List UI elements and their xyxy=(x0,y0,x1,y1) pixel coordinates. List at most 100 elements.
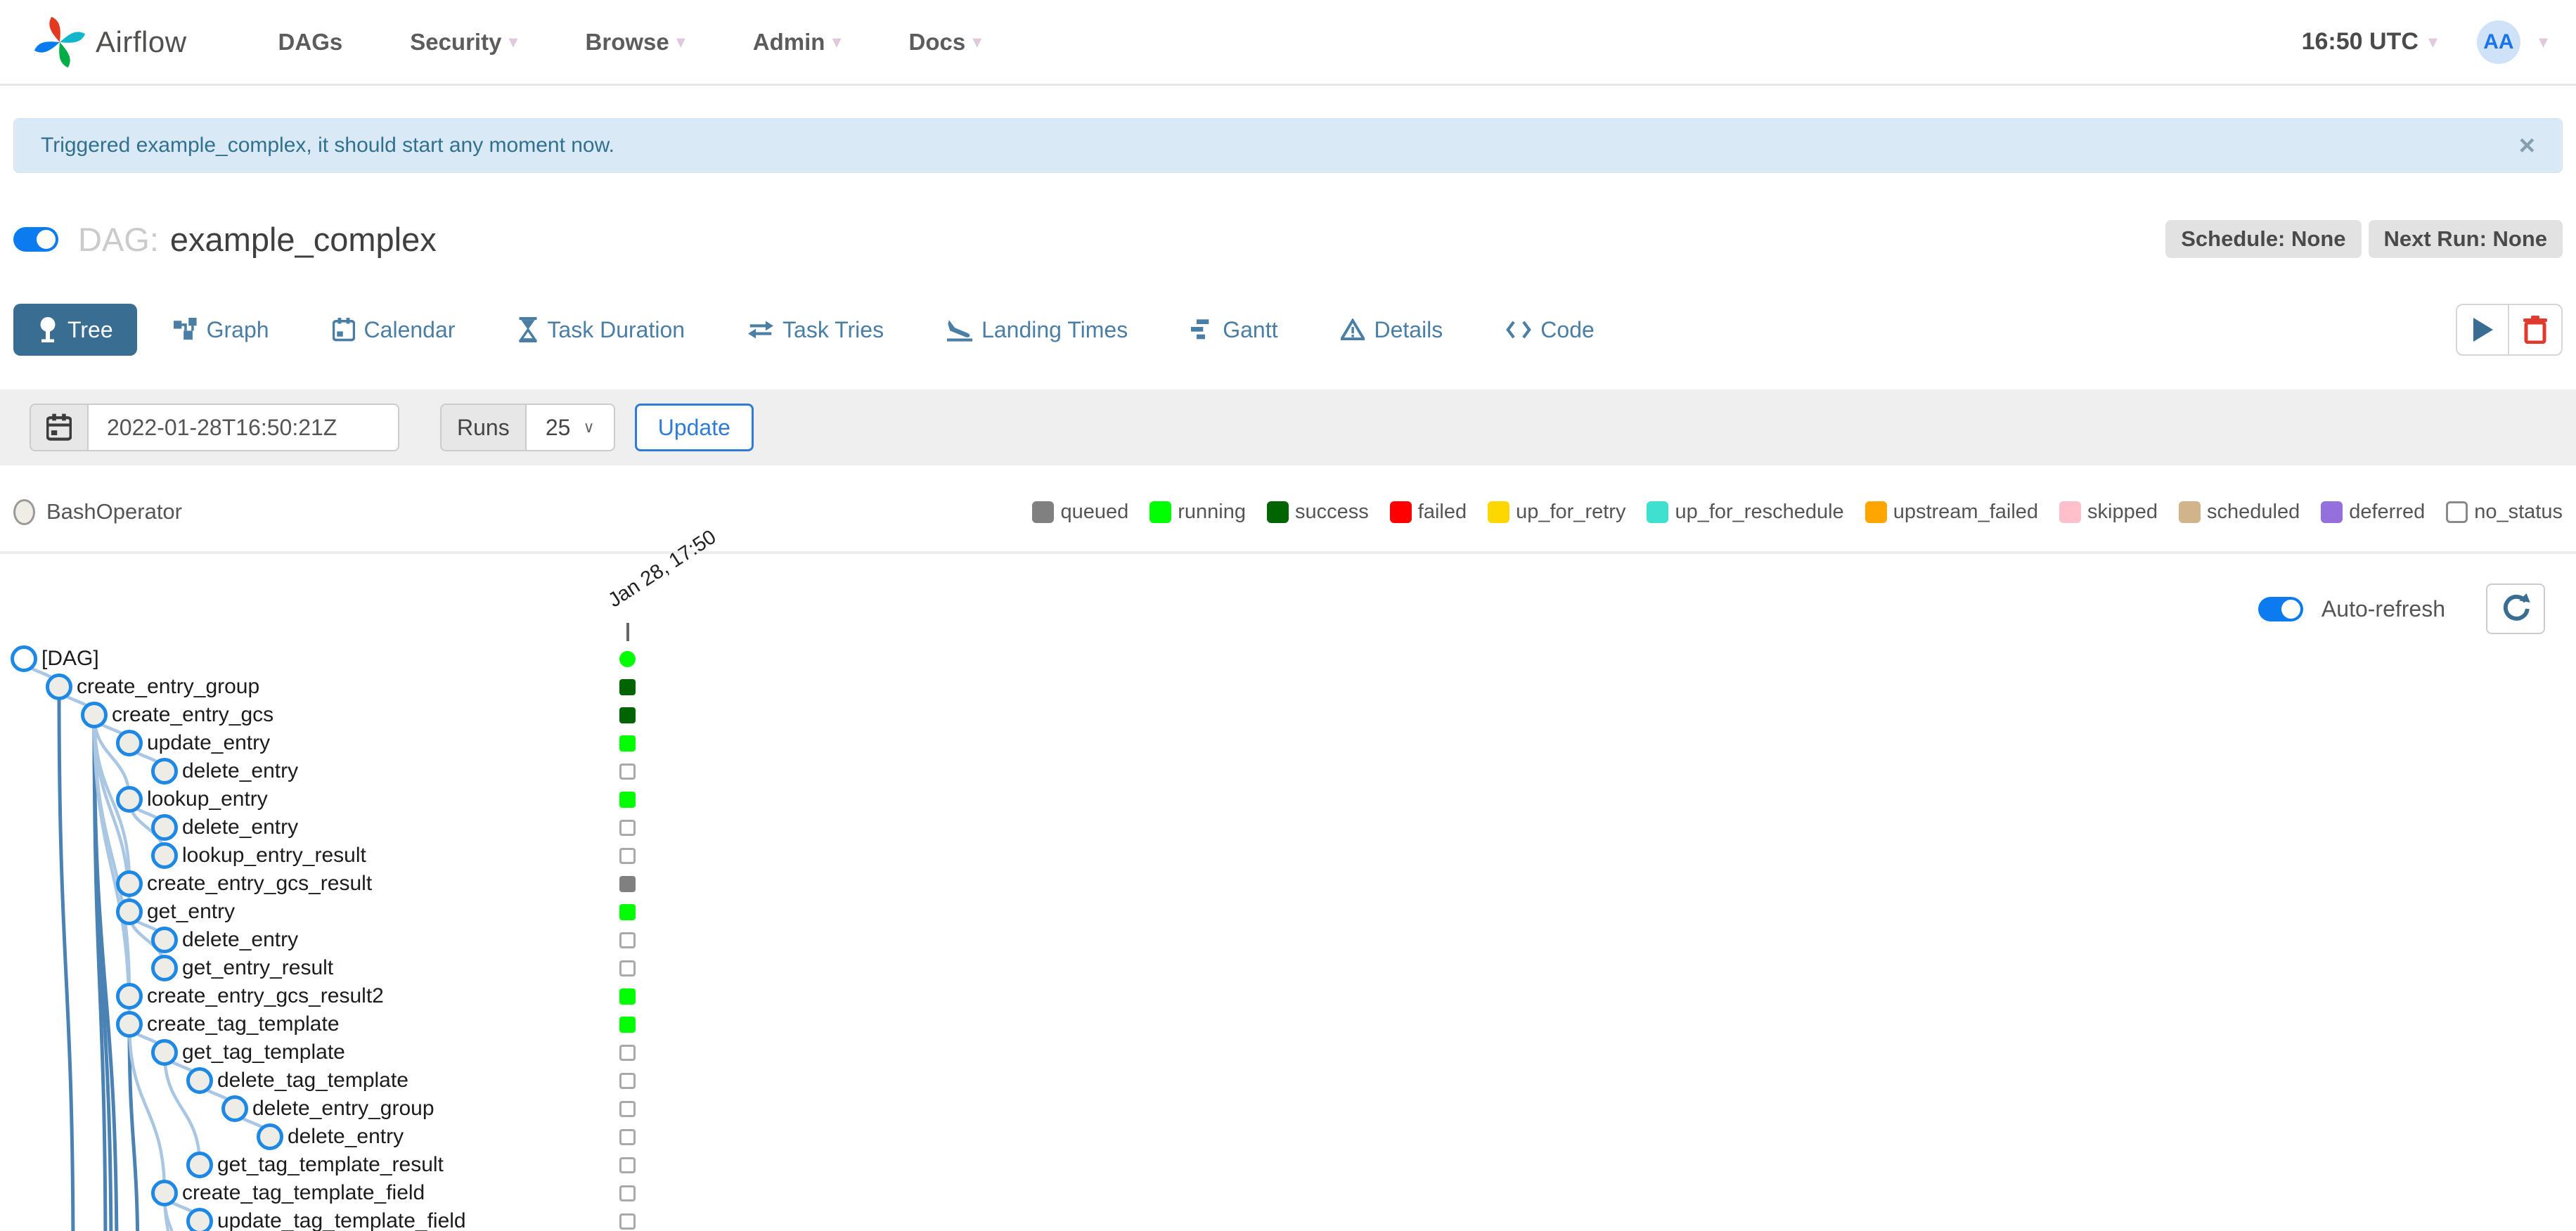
task-status-square-no_status[interactable] xyxy=(619,820,636,836)
task-status-square-running[interactable] xyxy=(619,988,636,1005)
nav-item-admin[interactable]: Admin ▾ xyxy=(753,29,842,56)
calendar-icon xyxy=(332,318,355,342)
tab-calendar[interactable]: Calendar xyxy=(332,317,455,343)
task-node-get_entry[interactable] xyxy=(116,898,143,925)
task-status-square-success[interactable] xyxy=(619,707,636,723)
repeat-icon xyxy=(748,318,774,341)
tab-code[interactable]: Code xyxy=(1506,317,1595,343)
tab-label: Details xyxy=(1374,316,1443,342)
caret-down-icon[interactable]: ▾ xyxy=(2539,31,2548,53)
task-status-square-no_status[interactable] xyxy=(619,1129,636,1145)
task-status-square-no_status[interactable] xyxy=(619,1185,636,1201)
tabs-list: Graph Calendar Task Duration Task Tries Land… xyxy=(173,316,1595,343)
auto-refresh-label: Auto-refresh xyxy=(2321,595,2445,621)
num-runs-select[interactable]: 25 ∨ xyxy=(526,404,615,451)
update-button[interactable]: Update xyxy=(634,404,754,451)
refresh-button[interactable] xyxy=(2486,584,2545,634)
task-node-update_tag_template_field[interactable] xyxy=(186,1208,213,1231)
task-status-square-no_status[interactable] xyxy=(619,1101,636,1117)
nav-item-docs[interactable]: Docs ▾ xyxy=(909,29,982,56)
airflow-brand[interactable]: Airflow xyxy=(34,14,187,70)
tab-label: Graph xyxy=(206,316,269,342)
task-label: create_entry_gcs_result2 xyxy=(147,984,384,1007)
trigger-dag-button[interactable] xyxy=(2456,304,2509,356)
task-label: delete_entry xyxy=(288,1125,404,1148)
task-label: get_entry xyxy=(147,900,236,923)
dag-run-status-circle[interactable] xyxy=(619,651,636,667)
task-node-DAG[interactable] xyxy=(11,645,37,672)
tab-gantt[interactable]: Gantt xyxy=(1191,317,1277,343)
tab-landing-times[interactable]: Landing Times xyxy=(947,317,1128,343)
nav-item-browse[interactable]: Browse ▾ xyxy=(586,29,685,56)
task-node-delete_entry[interactable] xyxy=(151,814,178,841)
tab-task-tries[interactable]: Task Tries xyxy=(748,317,884,343)
tab-label: Gantt xyxy=(1223,316,1278,342)
task-node-delete_entry[interactable] xyxy=(151,927,178,953)
task-node-create_tag_template[interactable] xyxy=(116,1011,143,1038)
tab-graph[interactable]: Graph xyxy=(173,316,269,343)
task-label: delete_entry xyxy=(182,928,299,951)
task-node-delete_entry_group[interactable] xyxy=(221,1095,248,1122)
runs-label: Runs xyxy=(440,404,527,451)
nav-item-label: Security xyxy=(410,28,502,55)
task-status-square-no_status[interactable] xyxy=(619,960,636,977)
task-node-create_entry_gcs[interactable] xyxy=(81,702,108,728)
nav-menu: DAGs Security ▾ Browse ▾ Admin ▾ Docs ▾ xyxy=(278,29,982,56)
nav-item-dags[interactable]: DAGs xyxy=(278,29,343,56)
delete-dag-button[interactable] xyxy=(2509,304,2563,356)
tab-task-duration[interactable]: Task Duration xyxy=(518,317,685,343)
state-swatch xyxy=(1149,501,1172,523)
task-label: create_tag_template xyxy=(147,1012,340,1036)
task-status-square-no_status[interactable] xyxy=(619,848,636,864)
toggle-knob xyxy=(37,229,56,249)
task-node-create_tag_template_field[interactable] xyxy=(151,1180,178,1206)
base-date-input[interactable] xyxy=(89,404,399,451)
task-node-update_entry[interactable] xyxy=(116,730,143,756)
task-status-square-no_status[interactable] xyxy=(619,1157,636,1173)
task-status-square-no_status[interactable] xyxy=(619,1073,636,1089)
runs-value: 25 xyxy=(545,414,571,440)
dag-pause-toggle[interactable] xyxy=(13,226,58,252)
tab-label: Task Tries xyxy=(783,316,884,342)
task-status-square-running[interactable] xyxy=(619,792,636,808)
task-label: create_tag_template_field xyxy=(182,1181,425,1204)
nav-item-security[interactable]: Security ▾ xyxy=(410,29,517,56)
state-label: scheduled xyxy=(2207,500,2300,523)
task-node-create_entry_group[interactable] xyxy=(46,673,72,700)
task-node-create_entry_gcs_result2[interactable] xyxy=(116,983,143,1010)
tab-details[interactable]: Details xyxy=(1341,317,1443,343)
task-status-square-no_status[interactable] xyxy=(619,1213,636,1230)
close-icon[interactable]: × xyxy=(2519,131,2535,160)
task-node-get_entry_result[interactable] xyxy=(151,955,178,981)
state-swatch xyxy=(1389,501,1412,523)
task-node-delete_entry[interactable] xyxy=(257,1123,283,1150)
calendar-addon xyxy=(30,404,89,451)
task-status-square-running[interactable] xyxy=(619,735,636,752)
avatar[interactable]: AA xyxy=(2476,20,2520,64)
task-status-square-no_status[interactable] xyxy=(619,763,636,780)
auto-refresh-toggle[interactable] xyxy=(2258,596,2303,621)
task-node-lookup_entry_result[interactable] xyxy=(151,842,178,869)
caret-down-icon: ▾ xyxy=(832,31,842,52)
task-status-square-running[interactable] xyxy=(619,1017,636,1033)
task-node-delete_tag_template[interactable] xyxy=(186,1067,213,1094)
task-label: delete_entry_group xyxy=(252,1097,434,1120)
task-status-square-queued[interactable] xyxy=(619,876,636,892)
clock-dropdown[interactable]: 16:50 UTC ▾ xyxy=(2302,28,2437,56)
state-swatch xyxy=(1647,501,1669,523)
task-status-square-no_status[interactable] xyxy=(619,932,636,948)
tab-tree[interactable]: Tree xyxy=(13,304,137,356)
task-status-square-no_status[interactable] xyxy=(619,1045,636,1061)
task-status-square-success[interactable] xyxy=(619,679,636,695)
bash-operator-swatch xyxy=(13,498,35,525)
legend-state-no_status: no_status xyxy=(2446,501,2563,524)
task-node-create_entry_gcs_result[interactable] xyxy=(116,870,143,897)
legend-state-upstream_failed: upstream_failed xyxy=(1865,501,2038,524)
task-node-get_tag_template[interactable] xyxy=(151,1039,178,1066)
brand-name: Airflow xyxy=(96,25,187,58)
task-node-lookup_entry[interactable] xyxy=(116,786,143,813)
task-node-get_tag_template_result[interactable] xyxy=(186,1152,213,1178)
state-swatch xyxy=(1267,501,1289,523)
task-status-square-running[interactable] xyxy=(619,904,636,920)
task-node-delete_entry[interactable] xyxy=(151,758,178,785)
